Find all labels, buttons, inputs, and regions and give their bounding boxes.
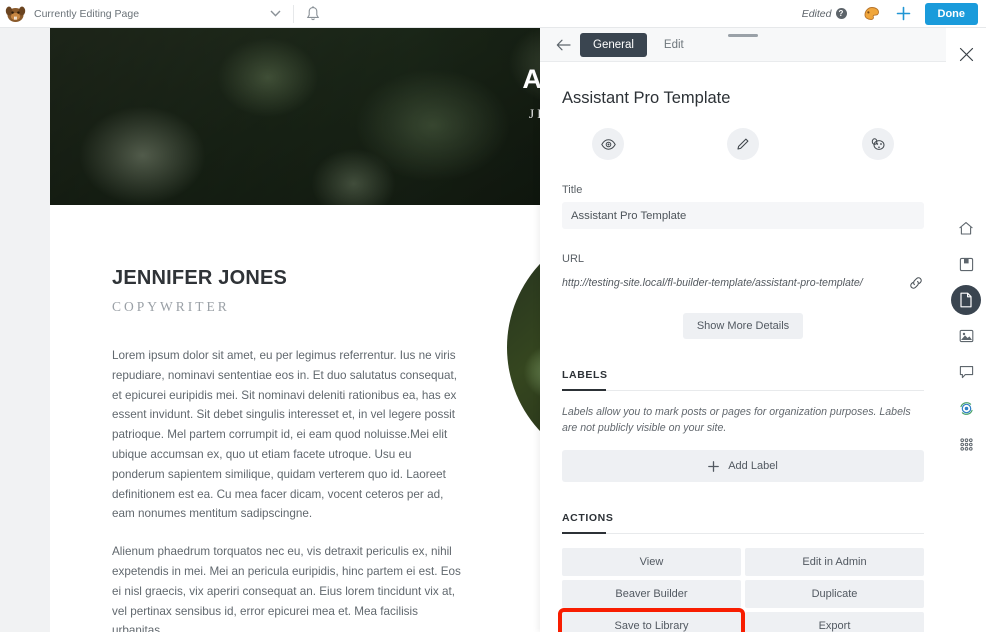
labels-section-note: Labels allow you to mark posts or pages … [562,406,911,434]
action-duplicate-button[interactable]: Duplicate [745,580,924,608]
sidebar-item-home[interactable] [951,213,981,243]
back-arrow-icon[interactable] [550,30,576,60]
action-save-to-library-button[interactable]: Save to Library [558,608,745,632]
actions-section-title: ACTIONS [562,512,614,524]
show-more-details-button[interactable]: Show More Details [682,313,804,339]
action-view-button[interactable]: View [562,548,741,576]
plus-icon [708,460,720,472]
actions-section-header: ACTIONS [562,508,924,534]
labels-section-header: LABELS [562,365,924,391]
link-icon[interactable] [904,275,924,291]
action-edit-in-admin-button[interactable]: Edit in Admin [745,548,924,576]
right-rail [946,28,986,632]
admin-topbar: Currently Editing Page Edited ? Done [0,0,986,28]
pencil-icon[interactable] [727,128,759,160]
beaver-builder-icon[interactable] [862,128,894,160]
add-label-text: Add Label [728,460,778,472]
sidebar-item-saved[interactable] [951,249,981,279]
template-settings-panel: General Edit Assistant Pro Template Titl… [540,28,946,632]
tab-general[interactable]: General [580,32,647,57]
show-more-row: Show More Details [562,313,924,339]
url-row: http://testing-site.local/fl-builder-tem… [562,275,924,291]
chevron-down-icon[interactable] [257,0,293,28]
quick-actions-gap-2 [759,128,862,160]
edited-label: Edited [801,7,832,20]
editing-status-label: Currently Editing Page [34,7,140,20]
action-export-button[interactable]: Export [745,612,924,632]
actions-grid: View Edit in Admin Beaver Builder Duplic… [558,548,924,632]
sidebar-item-content[interactable] [951,285,981,315]
bell-icon[interactable] [294,0,332,28]
panel-header: General Edit [540,28,946,62]
assistant-pro-app: Currently Editing Page Edited ? Done JEN… [0,0,986,632]
add-label-button[interactable]: Add Label [562,450,924,482]
palette-icon[interactable] [863,6,880,22]
edited-status: Edited ? [802,8,847,20]
quick-actions-row [562,128,924,160]
url-field-label: URL [562,253,585,265]
rail-items [951,213,981,459]
quick-actions-gap-1 [624,128,727,160]
body-paragraph-1: Lorem ipsum dolor sit amet, eu per legim… [112,349,458,521]
close-icon[interactable] [946,28,986,80]
eye-icon[interactable] [592,128,624,160]
done-button[interactable]: Done [924,2,978,25]
sidebar-item-apps[interactable] [951,429,981,459]
plus-icon[interactable] [896,6,911,21]
body-paragraph-2: Alienum phaedrum torquatos nec eu, vis d… [112,545,461,632]
title-input[interactable] [562,202,924,229]
sidebar-item-comments[interactable] [951,357,981,387]
panel-body: Assistant Pro Template Title Assistant P… [540,62,946,632]
title-field-label: Title [562,184,583,196]
help-icon[interactable]: ? [835,8,847,19]
labels-section-title: LABELS [562,369,608,381]
beaver-logo-icon[interactable] [0,4,30,23]
action-beaver-builder-button[interactable]: Beaver Builder [562,580,741,608]
sidebar-item-updates[interactable] [951,393,981,423]
drag-handle-icon[interactable] [728,34,758,37]
sidebar-item-media[interactable] [951,321,981,351]
url-value[interactable]: http://testing-site.local/fl-builder-tem… [562,277,904,289]
panel-title: Assistant Pro Template [562,89,731,107]
tab-edit[interactable]: Edit [651,33,697,57]
